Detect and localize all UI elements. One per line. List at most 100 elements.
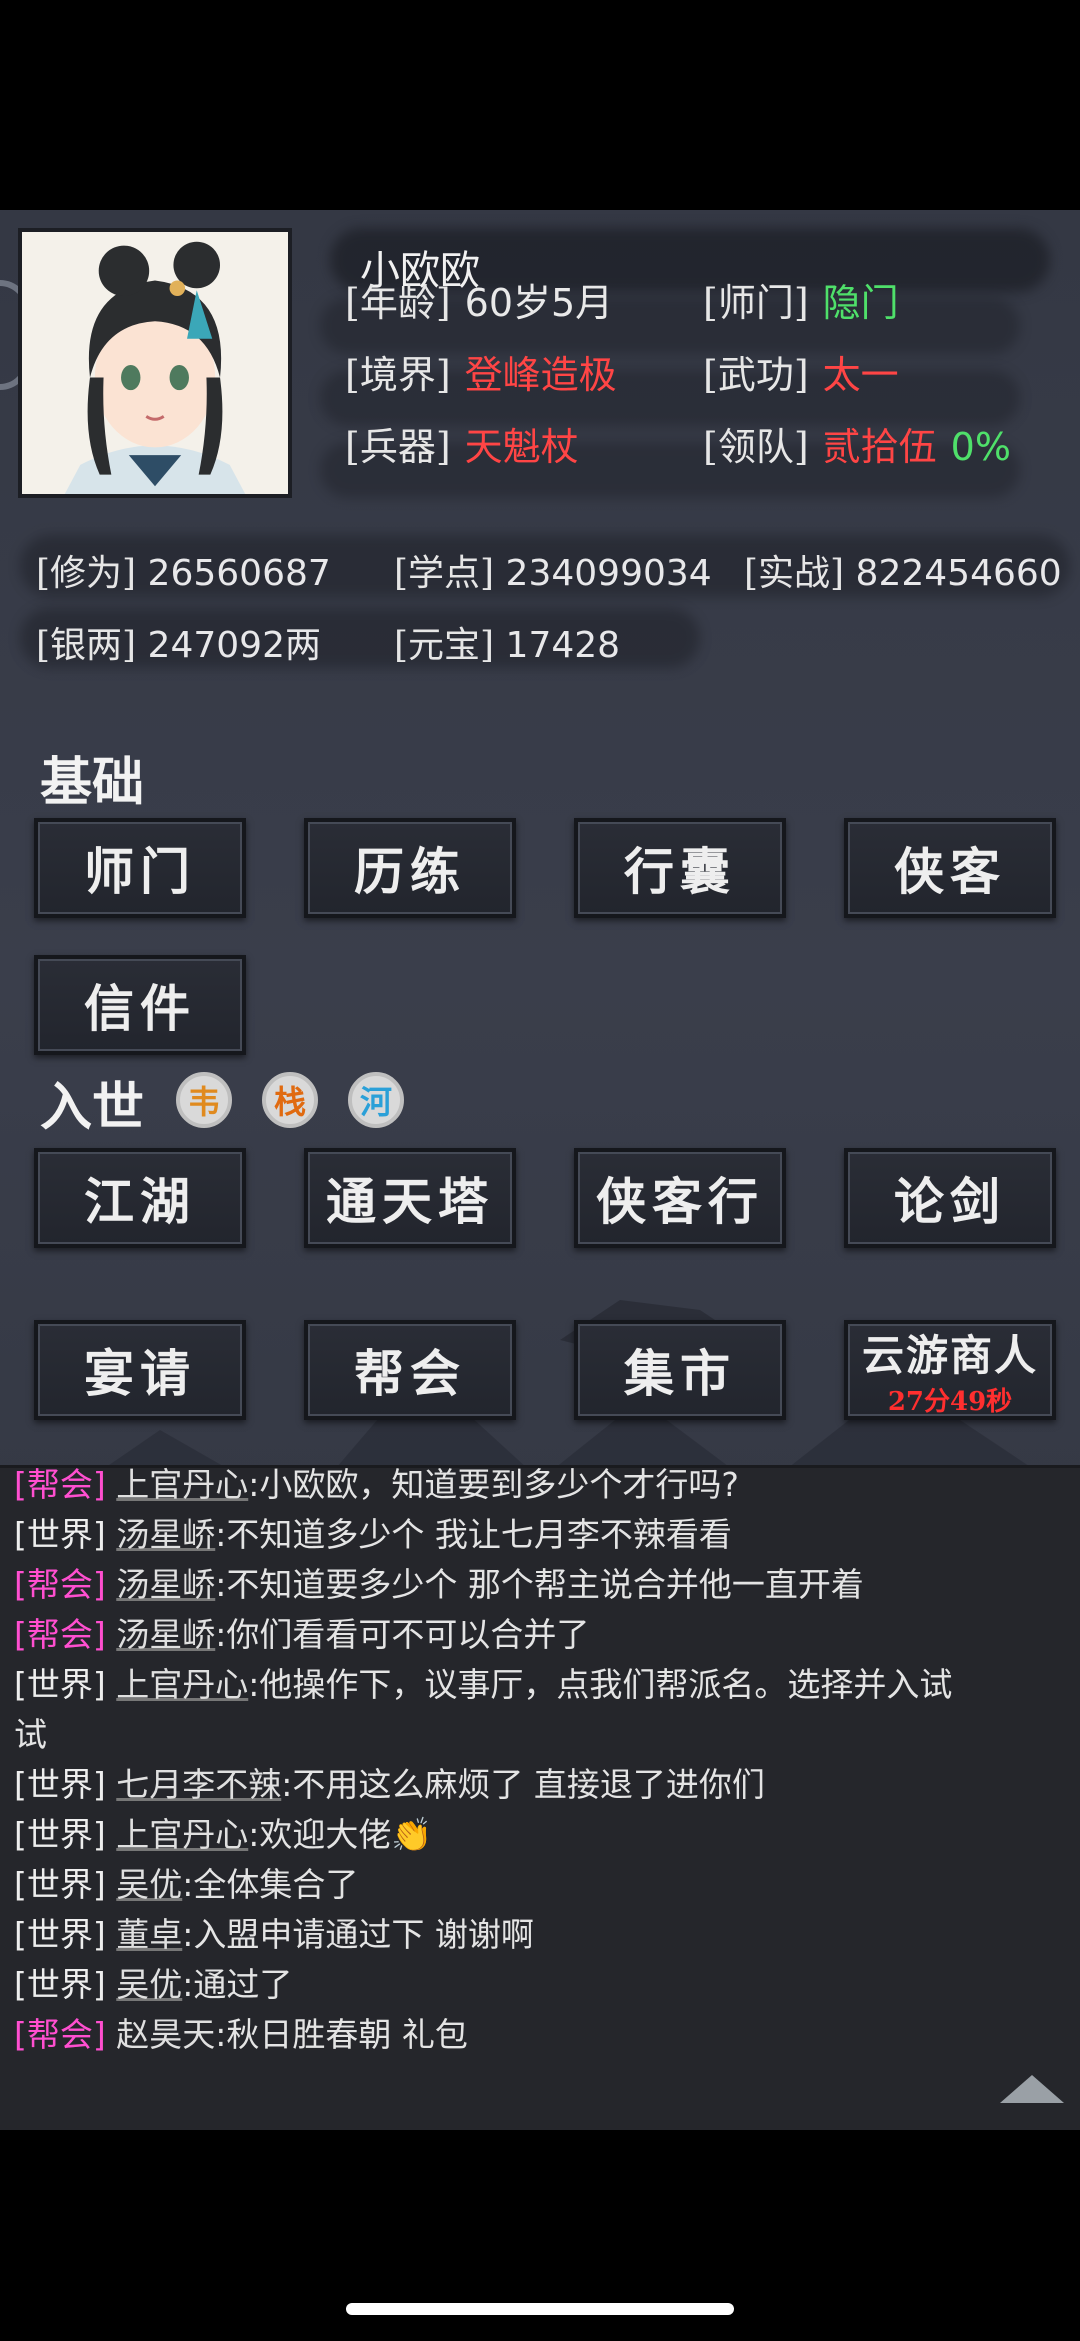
heroes-button[interactable]: 侠客 [844, 818, 1056, 918]
info-realm: [境界] 登峰造极 [345, 344, 617, 399]
sword-duel-button[interactable]: 论剑 [844, 1148, 1056, 1248]
player-avatar[interactable] [18, 228, 292, 498]
info-weapon: [兵器] 天魁杖 [345, 416, 579, 471]
age-value: 60岁5月 [464, 281, 614, 325]
training-button[interactable]: 历练 [304, 818, 516, 918]
chat-line: [世界] 吴优:通过了 [14, 1960, 1064, 2010]
combat-value: 822454660 [855, 553, 1062, 594]
info-sect: [师门] 隐门 [703, 272, 899, 327]
stat-combat: [实战] 822454660 [744, 544, 1062, 596]
traveling-merchant-button[interactable]: 云游商人 27分49秒 [844, 1320, 1056, 1420]
chat-line-continuation: 试 [14, 1710, 1064, 1760]
chat-line: [世界] 吴优:全体集合了 [14, 1860, 1064, 1910]
chat-speaker[interactable]: 吴优 [116, 1965, 182, 2004]
chat-message: :欢迎大佬👏 [248, 1815, 433, 1854]
chat-channel: [帮会] [14, 2015, 106, 2054]
chat-message-continuation: 试 [14, 1715, 47, 1754]
chat-speaker[interactable]: 汤星峤 [116, 1615, 215, 1654]
team-label: [领队] [703, 425, 809, 469]
cultivation-label: [修为] [36, 553, 137, 594]
seal-wei-icon[interactable]: 韦 [176, 1072, 232, 1128]
weapon-value: 天魁杖 [464, 425, 579, 469]
chat-speaker[interactable]: 上官丹心 [116, 1465, 248, 1504]
chat-speaker[interactable]: 上官丹心 [116, 1665, 248, 1704]
chat-speaker[interactable]: 上官丹心 [116, 1815, 248, 1854]
info-team: [领队] 贰拾伍 0% [703, 416, 1011, 471]
inventory-button[interactable]: 行囊 [574, 818, 786, 918]
weapon-label: [兵器] [345, 425, 451, 469]
team-percent: 0% [950, 425, 1011, 469]
team-value: 贰拾伍 [822, 425, 937, 469]
silver-value: 247092两 [147, 625, 321, 666]
chat-line: [帮会] 汤星峤:不知道要多少个 那个帮主说合并他一直开着 [14, 1560, 1064, 1610]
cultivation-value: 26560687 [147, 553, 331, 594]
stat-silver: [银两] 247092两 [36, 616, 321, 668]
market-button[interactable]: 集市 [574, 1320, 786, 1420]
tower-button[interactable]: 通天塔 [304, 1148, 516, 1248]
chat-panel[interactable]: [帮会] 上官丹心:小欧欧，知道要到多少个才行吗? [世界] 汤星峤:不知道多少… [0, 1465, 1080, 2130]
seal-he-icon[interactable]: 河 [348, 1072, 404, 1128]
seal-wei-glyph: 韦 [187, 1083, 220, 1121]
combat-label: [实战] [744, 553, 845, 594]
seal-zhan-glyph: 栈 [273, 1083, 306, 1121]
realm-value: 登峰造极 [464, 353, 617, 397]
chat-speaker[interactable]: 汤星峤 [116, 1565, 215, 1604]
chat-line: [世界] 董卓:入盟申请通过下 谢谢啊 [14, 1910, 1064, 1960]
chat-message: :入盟申请通过下 谢谢啊 [182, 1915, 534, 1954]
chat-speaker[interactable]: 七月李不辣 [116, 1765, 281, 1804]
merchant-timer: 27分49秒 [887, 1387, 1013, 1417]
chat-channel: [世界] [14, 1515, 106, 1554]
chat-line: [帮会] 汤星峤:你们看看可不可以合并了 [14, 1610, 1064, 1660]
mail-button[interactable]: 信件 [34, 955, 246, 1055]
chat-message: :小欧欧，知道要到多少个才行吗? [248, 1465, 739, 1504]
chat-line: [帮会] 赵昊天:秋日胜春朝 礼包 [14, 2010, 1064, 2060]
chat-line: [世界] 上官丹心:他操作下，议事厅，点我们帮派名。选择并入试 [14, 1660, 1064, 1710]
chat-line: [帮会] 上官丹心:小欧欧，知道要到多少个才行吗? [14, 1460, 1064, 1510]
stat-cultivation: [修为] 26560687 [36, 544, 331, 596]
scroll-up-arrow-icon[interactable] [1000, 2075, 1064, 2103]
game-screen: 小欧欧 [年龄] 60岁5月 [师门] 隐门 [境界] 登峰造极 [武功] 太一 [兵器… [0, 210, 1080, 2130]
chat-channel: [世界] [14, 1665, 106, 1704]
chat-speaker[interactable]: 赵昊天 [116, 2015, 215, 2054]
age-label: [年龄] [345, 281, 451, 325]
chat-line: [世界] 汤星峤:不知道多少个 我让七月李不辣看看 [14, 1510, 1064, 1560]
chat-message: :不用这么麻烦了 直接退了进你们 [281, 1765, 765, 1804]
stat-ingot: [元宝] 17428 [394, 616, 620, 668]
ingot-value: 17428 [505, 625, 621, 666]
stat-study-points: [学点] 234099034 [394, 544, 712, 596]
chat-channel: [世界] [14, 1915, 106, 1954]
martial-value: 太一 [822, 353, 899, 397]
chat-message: :不知道要多少个 那个帮主说合并他一直开着 [215, 1565, 864, 1604]
hero-quest-button[interactable]: 侠客行 [574, 1148, 786, 1248]
chat-message: :秋日胜春朝 礼包 [215, 2015, 468, 2054]
chat-line: [世界] 七月李不辣:不用这么麻烦了 直接退了进你们 [14, 1760, 1064, 1810]
chat-channel: [帮会] [14, 1465, 106, 1504]
section-basic-title: 基础 [40, 752, 145, 813]
chat-channel: [世界] [14, 1965, 106, 2004]
chat-line: [世界] 上官丹心:欢迎大佬👏 [14, 1810, 1064, 1860]
seal-he-glyph: 河 [359, 1083, 392, 1121]
chat-channel: [帮会] [14, 1615, 106, 1654]
chat-speaker[interactable]: 吴优 [116, 1865, 182, 1904]
sect-label: [师门] [703, 281, 809, 325]
realm-label: [境界] [345, 353, 451, 397]
banquet-button[interactable]: 宴请 [34, 1320, 246, 1420]
chat-message: :通过了 [182, 1965, 293, 2004]
chat-channel: [世界] [14, 1815, 106, 1854]
jianghu-button[interactable]: 江湖 [34, 1148, 246, 1248]
chat-channel: [世界] [14, 1865, 106, 1904]
chat-message: :全体集合了 [182, 1865, 359, 1904]
chat-speaker[interactable]: 汤星峤 [116, 1515, 215, 1554]
martial-label: [武功] [703, 353, 809, 397]
chat-message: :你们看看可不可以合并了 [215, 1615, 590, 1654]
ingot-label: [元宝] [394, 625, 495, 666]
silver-label: [银两] [36, 625, 137, 666]
guild-button[interactable]: 帮会 [304, 1320, 516, 1420]
chat-speaker[interactable]: 董卓 [116, 1915, 182, 1954]
character-portrait-icon [22, 232, 288, 494]
study-points-label: [学点] [394, 553, 495, 594]
seal-zhan-icon[interactable]: 栈 [262, 1072, 318, 1128]
sect-button[interactable]: 师门 [34, 818, 246, 918]
chat-channel: [世界] [14, 1765, 106, 1804]
home-indicator[interactable] [346, 2303, 734, 2315]
